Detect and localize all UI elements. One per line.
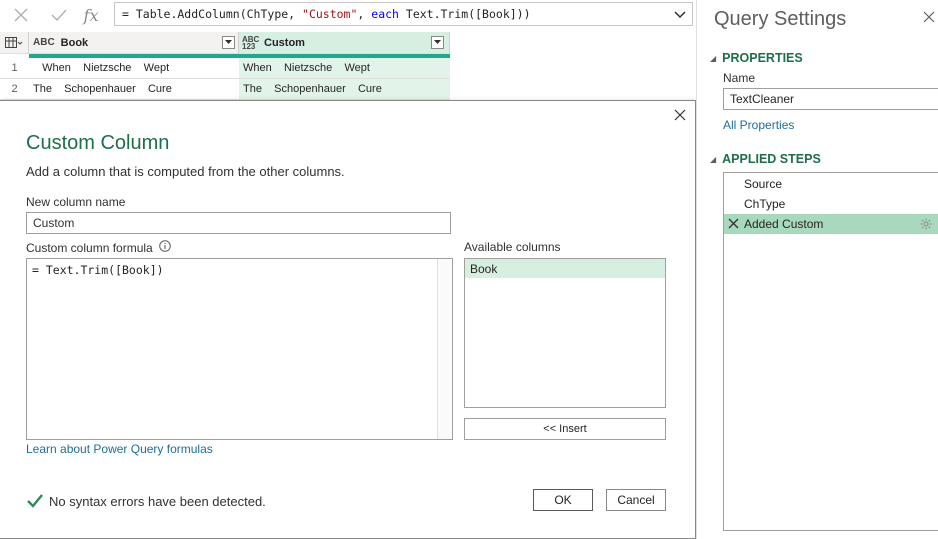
query-name-input[interactable]: TextCleaner (723, 88, 938, 110)
column-header-custom[interactable]: ABC 123 Custom (239, 32, 450, 54)
list-item[interactable]: Book (465, 259, 665, 278)
collapse-triangle-icon[interactable]: ◢ (710, 54, 716, 63)
table-cell[interactable]: The Schopenhauer Cure (29, 79, 239, 100)
formula-suffix: Text.Trim([Book])) (398, 7, 531, 21)
formula-keyword: each (371, 7, 399, 21)
row-number[interactable]: 2 (0, 79, 29, 100)
delete-step-icon[interactable] (728, 218, 739, 232)
formula-string: "Custom" (302, 7, 358, 21)
collapse-triangle-icon[interactable]: ◢ (710, 155, 716, 164)
close-icon[interactable] (674, 109, 686, 124)
table-cell[interactable]: The Schopenhauer Cure (239, 79, 450, 100)
formula-input[interactable]: = Table.AddColumn(ChType, "Custom", each… (114, 2, 693, 26)
step-label: ChType (744, 197, 786, 211)
step-label: Source (744, 177, 783, 191)
all-properties-link[interactable]: All Properties (723, 118, 794, 132)
filter-dropdown-icon[interactable] (222, 36, 235, 49)
scrollbar[interactable] (437, 259, 452, 439)
dialog-title: Custom Column (26, 132, 170, 154)
close-icon[interactable] (923, 11, 938, 27)
step-chtype[interactable]: ChType (724, 194, 938, 214)
name-label: New column name (26, 195, 126, 209)
any-type-icon[interactable]: ABC 123 (242, 35, 260, 50)
table-cell[interactable]: When Nietzsche Wept (29, 58, 239, 79)
section-title: APPLIED STEPS (722, 152, 821, 166)
data-grid: ABC Book ABC 123 Custom 1 When Nietzsche… (0, 32, 450, 100)
dialog-subtitle: Add a column that is computed from the o… (26, 164, 345, 179)
custom-column-dialog: Custom Column Add a column that is compu… (0, 100, 696, 539)
step-source[interactable]: Source (724, 174, 938, 194)
gear-icon[interactable] (920, 218, 932, 233)
available-columns-label: Available columns (464, 240, 561, 254)
filter-dropdown-icon[interactable] (431, 36, 444, 49)
check-icon[interactable] (46, 4, 72, 26)
formula-editor-text: = Text.Trim([Book]) (32, 263, 164, 277)
text-type-icon[interactable]: ABC (33, 38, 55, 48)
fx-icon[interactable]: fx (78, 4, 104, 26)
formula-sep: , (357, 7, 372, 21)
formula-prefix: = Table.AddColumn(ChType, (122, 7, 303, 21)
step-label: Added Custom (744, 217, 824, 231)
check-icon (27, 494, 43, 511)
applied-steps-section-header[interactable]: ◢ APPLIED STEPS (710, 152, 821, 166)
properties-section-header[interactable]: ◢ PROPERTIES (710, 51, 803, 65)
column-header-label: Custom (264, 36, 305, 49)
info-icon[interactable] (158, 240, 171, 255)
syntax-status: No syntax errors have been detected. (49, 494, 266, 509)
pane-title: Query Settings (714, 8, 847, 30)
applied-steps-list: Source ChType Added Custom (723, 172, 938, 531)
query-name-label: Name (723, 71, 756, 85)
formula-label: Custom column formula (26, 240, 171, 255)
row-number[interactable]: 1 (0, 58, 29, 79)
ok-button[interactable]: OK (533, 489, 593, 511)
table-icon[interactable] (0, 32, 29, 54)
column-name-input[interactable]: Custom (26, 212, 451, 234)
insert-button[interactable]: << Insert (464, 418, 666, 440)
table-cell[interactable]: When Nietzsche Wept (239, 58, 450, 79)
cancel-button[interactable]: Cancel (606, 489, 666, 511)
formula-bar: fx = Table.AddColumn(ChType, "Custom", e… (0, 0, 700, 30)
section-title: PROPERTIES (722, 51, 803, 65)
learn-formulas-link[interactable]: Learn about Power Query formulas (26, 442, 213, 456)
formula-editor[interactable]: = Text.Trim([Book]) (26, 258, 453, 440)
column-header-book[interactable]: ABC Book (29, 32, 239, 54)
formula-label-text: Custom column formula (26, 240, 153, 255)
step-added-custom[interactable]: Added Custom (724, 214, 938, 234)
available-columns-list: Book (464, 258, 666, 408)
chevron-down-icon[interactable] (672, 6, 688, 22)
formula-text: = Table.AddColumn(ChType, "Custom", each… (122, 7, 531, 21)
close-icon[interactable] (8, 4, 34, 26)
column-header-label: Book (60, 36, 89, 49)
query-settings-pane: Query Settings ◢ PROPERTIES Name TextCle… (696, 0, 938, 539)
